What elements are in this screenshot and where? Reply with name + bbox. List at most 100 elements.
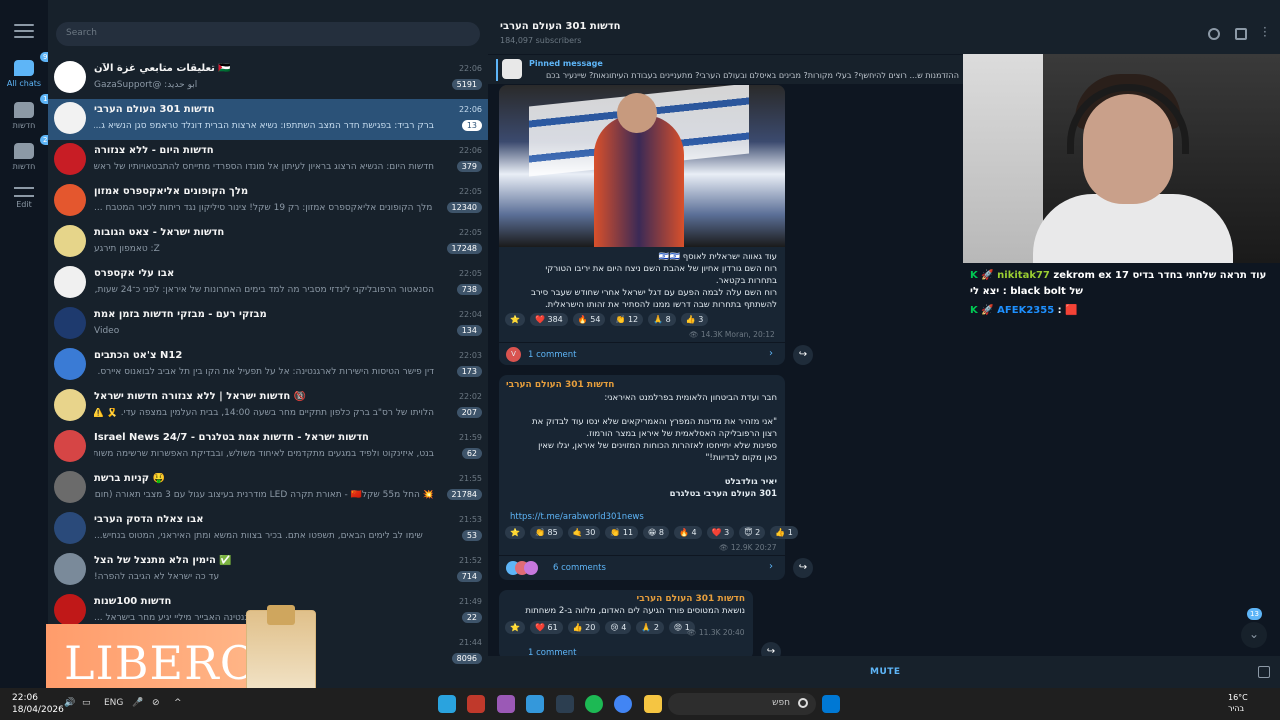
message-channel-name[interactable]: חדשות 301 העולם הערבי	[637, 594, 745, 604]
unread-badge: 207	[456, 407, 482, 418]
subscriber-count: 184,097 subscribers	[500, 36, 582, 45]
sidebar-toggle-icon[interactable]	[1235, 28, 1247, 40]
unread-badge: 22	[461, 612, 482, 623]
message-line: 301 העולם הערבי בטלגרם	[669, 489, 777, 499]
grid-app-icon[interactable]	[526, 695, 544, 713]
message-bubble[interactable]: חדשות 301 העולם הערבי חבר ועדת הביטחון ה…	[499, 375, 798, 580]
chat-list-item[interactable]: חדשות ישראל - צאט הגובות 22:05 Z: טאמפון ת…	[48, 222, 488, 263]
chat-list-item[interactable]: הימין הלא מתנצל של הצל ✅ 21:52 עד כה ישראל…	[48, 550, 488, 591]
reaction-chip[interactable]: ⭐	[505, 621, 525, 634]
chat-name: חדשות 301 העולם הערבי	[94, 104, 215, 115]
avatar: V	[506, 347, 521, 362]
app-icon[interactable]	[467, 695, 485, 713]
taskbar-search[interactable]: חפש	[668, 693, 816, 715]
chat-bubbles-icon: 98	[14, 52, 55, 76]
folder-news-2[interactable]: 22 חדשות	[0, 135, 55, 171]
reaction-chip[interactable]: 👍 1	[770, 526, 798, 539]
avatar	[524, 561, 538, 575]
folder-all-chats[interactable]: 98 All chats	[0, 52, 55, 88]
network-icon[interactable]: ▭	[82, 698, 91, 708]
background-wall	[963, 54, 1043, 263]
chat-list-item[interactable]: קניות ברשת 🤑 21:55 💥 החל מ55 שקל🇨🇳 - תאורת…	[48, 468, 488, 509]
forward-button[interactable]: ↪	[793, 558, 813, 578]
reaction-chip[interactable]: ❤️ 61	[529, 621, 563, 634]
reaction-chip[interactable]: 🤙 30	[567, 526, 601, 539]
eye-icon: 👁	[689, 330, 701, 339]
pinned-message-bar[interactable]: Pinned message ההזדמנות ש... רוצים להיחש…	[488, 54, 963, 84]
telegram-app-icon[interactable]	[438, 695, 456, 713]
file-explorer-icon[interactable]	[644, 695, 662, 713]
unread-badge: 173	[456, 366, 482, 377]
taskbar-clock[interactable]: 22:06 18/04/2026	[12, 692, 64, 716]
message-bubble[interactable]: עוד גאווה ישראלית לאוסף 🇮🇱🇮🇱 רוח השם גור…	[499, 85, 785, 365]
chat-name: אבו צאלח הדסק הערבי	[94, 514, 204, 525]
scroll-down-button[interactable]: 13 ⌄	[1241, 608, 1267, 648]
reaction-chip[interactable]: ❤️ 3	[706, 526, 735, 539]
reaction-chip[interactable]: 👍 3	[680, 313, 709, 326]
chat-header[interactable]: חדשות 301 העולם הערבי 184,097 subscriber…	[488, 0, 1280, 54]
pinned-label: Pinned message	[529, 59, 603, 68]
mute-button[interactable]: MUTE	[870, 667, 901, 677]
reaction-chip[interactable]: 😢 4	[605, 621, 632, 634]
reaction-chip[interactable]: ❤️ 384	[529, 313, 568, 326]
weather-desc: בהיר	[1228, 704, 1245, 713]
divider	[499, 555, 785, 556]
weather-widget[interactable]: 16°C בהיר	[1228, 692, 1248, 714]
reaction-chip[interactable]: 🙏 2	[636, 621, 664, 634]
folder-news-1[interactable]: 17 חדשות	[0, 94, 55, 130]
forward-button[interactable]: ↪	[793, 345, 813, 365]
chat-avatar	[54, 102, 86, 134]
chrome-icon[interactable]	[614, 695, 632, 713]
reaction-chip[interactable]: 😇 2	[739, 526, 766, 539]
reactions-row: ⭐ ❤️ 384 🔥 54 👏 12 🙏 8 👍 3	[505, 313, 709, 326]
message-channel-name[interactable]: חדשות 301 העולם הערבי	[506, 380, 614, 390]
more-options-icon[interactable]: · · ·	[1263, 22, 1267, 42]
reaction-chip[interactable]: ⭐	[505, 526, 525, 539]
message-link[interactable]: https://t.me/arabworld301news	[510, 512, 644, 522]
app-icon[interactable]	[556, 695, 574, 713]
no-wifi-icon[interactable]: ⊘	[152, 698, 160, 708]
chat-list-item[interactable]: Israel News 24/7 - חדשות ישראל - חדשות א…	[48, 427, 488, 468]
comments-link[interactable]: 6 comments	[553, 563, 606, 573]
reaction-chip[interactable]: 👏 12	[610, 313, 644, 326]
chat-list-item[interactable]: מלך הקופונים אליאקספרס אמזון 22:05 מלך הקו…	[48, 181, 488, 222]
language-indicator[interactable]: ENG	[104, 698, 123, 708]
chevron-up-icon[interactable]: ^	[174, 698, 182, 708]
message-photo[interactable]	[499, 85, 785, 247]
gift-icon[interactable]	[1258, 666, 1270, 678]
chat-list-item[interactable]: מבזקי רעם - מבזקי חדשות בזמן אמת 22:04 Vid…	[48, 304, 488, 345]
reaction-chip[interactable]: 🔥 4	[674, 526, 702, 539]
reactions-row: ⭐ 👏 85 🤙 30 👏 11 😁 8 🔥 4 ❤️ 3 😇 2 👍 1	[505, 526, 798, 539]
spotify-icon[interactable]	[585, 695, 603, 713]
reaction-chip[interactable]: 🔥 54	[572, 313, 606, 326]
unread-badge: 53	[461, 530, 482, 541]
search-icon[interactable]	[1208, 28, 1220, 40]
chat-list-item[interactable]: تعليقات متابعي غزة الآن 🇵🇸 22:06 أبو حديد:…	[48, 58, 488, 99]
windows-start-icon[interactable]	[822, 695, 840, 713]
chat-list-item[interactable]: חדשות היום - ללא צנזורה 22:06 חדשות היום: …	[48, 140, 488, 181]
chat-time: 22:03	[458, 351, 482, 360]
chat-time: 22:04	[458, 310, 482, 319]
folder-edit[interactable]: Edit	[0, 187, 48, 209]
reaction-chip[interactable]: 👏 85	[529, 526, 563, 539]
reaction-chip[interactable]: ⭐	[505, 313, 525, 326]
chat-time: 21:53	[458, 515, 482, 524]
app-icon[interactable]	[497, 695, 515, 713]
reaction-chip[interactable]: 👍 20	[567, 621, 601, 634]
volume-icon[interactable]: 🔊	[64, 698, 75, 708]
search-input[interactable]: Search	[56, 22, 480, 46]
chat-avatar	[54, 143, 86, 175]
microphone-icon[interactable]: 🎤	[132, 698, 143, 708]
message-bubble[interactable]: חדשות 301 העולם הערבי נושאת המטוסים פורד…	[499, 590, 753, 660]
chat-list-item[interactable]: חדשות ישראל | ללא צנזורה חדשות ישראל 🔞 22…	[48, 386, 488, 427]
reaction-chip[interactable]: 😁 8	[643, 526, 670, 539]
reaction-chip[interactable]: 🙏 8	[648, 313, 676, 326]
chat-avatar	[54, 307, 86, 339]
chat-list-item[interactable]: אבו צאלח הדסק הערבי 21:53 שימו לב לימים הב…	[48, 509, 488, 550]
chat-list-item[interactable]: אבו עלי אקספרס 22:05 הסנאטור הרפובליקני לי…	[48, 263, 488, 304]
chat-list-item[interactable]: חדשות 301 העולם הערבי 22:06 ברק רביד: בפגי…	[48, 99, 488, 140]
comments-link[interactable]: 1 comment	[528, 350, 577, 360]
reaction-chip[interactable]: 👏 11	[605, 526, 639, 539]
hamburger-menu-icon[interactable]	[14, 24, 34, 38]
chat-list-item[interactable]: צ'אט הכתבים N12 22:03 דין פישר הטיסות הישי…	[48, 345, 488, 386]
